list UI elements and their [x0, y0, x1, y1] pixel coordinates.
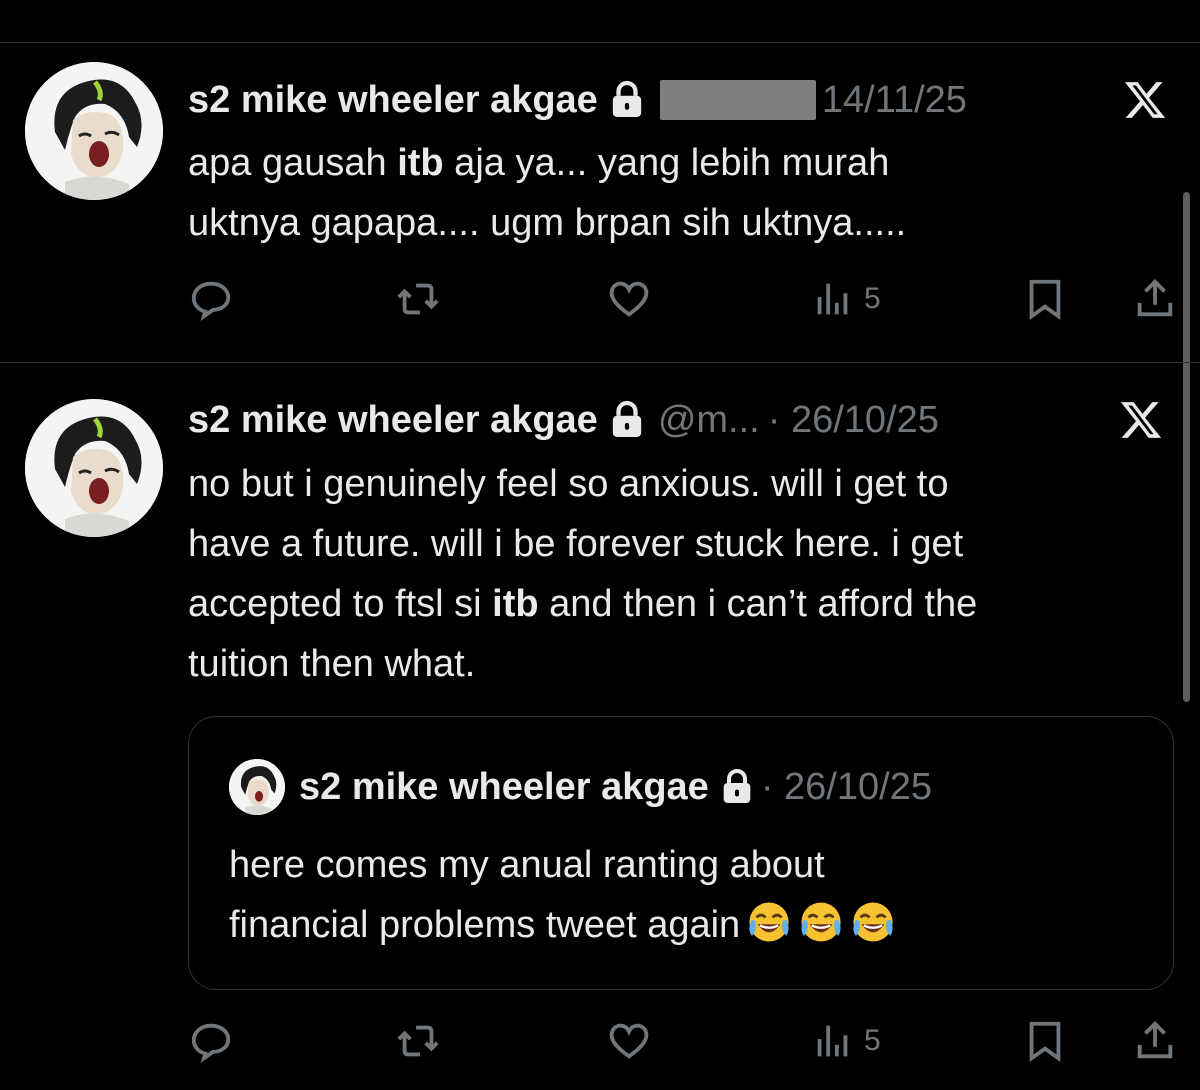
tweet-date[interactable]: 14/11/25	[822, 79, 967, 122]
like-button[interactable]	[606, 1016, 652, 1066]
tweet-text-part: apa gausah	[188, 142, 398, 184]
author-name[interactable]: s2 mike wheeler akgae	[188, 79, 598, 122]
x-logo-icon	[1122, 78, 1168, 122]
retweet-icon	[397, 283, 439, 315]
retweet-button[interactable]	[395, 274, 441, 324]
tweet-text: apa gausah itb aja ya... yang lebih mura…	[188, 133, 1178, 253]
reply-icon	[191, 1023, 231, 1063]
author-name[interactable]: s2 mike wheeler akgae	[188, 399, 598, 442]
share-icon	[1137, 1021, 1173, 1059]
face-with-tears-of-joy-icon	[798, 899, 844, 945]
quote-text-body: here comes my anual ranting about financ…	[229, 844, 825, 946]
reply-button[interactable]	[188, 274, 234, 324]
face-with-tears-of-joy-icon	[746, 899, 792, 945]
like-button[interactable]	[606, 274, 652, 324]
x-logo-icon	[1118, 398, 1164, 442]
quoted-tweet[interactable]: s2 mike wheeler akgae · 26/10/25 here co…	[188, 716, 1174, 990]
tweet-text-bold: itb	[492, 583, 539, 625]
lock-icon	[610, 80, 644, 120]
lock-icon	[721, 768, 753, 806]
avatar-illustration	[25, 62, 163, 200]
lock-icon	[610, 400, 644, 440]
tweet-date[interactable]: · 26/10/25	[768, 399, 939, 442]
tweet-header: s2 mike wheeler akgae @m... · 26/10/25	[188, 395, 939, 445]
reply-button[interactable]	[188, 1016, 234, 1066]
views-icon	[817, 1025, 848, 1057]
scrollbar[interactable]	[1183, 192, 1190, 702]
bookmark-icon	[1029, 279, 1061, 320]
tweet-actions: 5	[188, 274, 1178, 324]
redacted-handle	[659, 80, 816, 120]
tweet-divider	[0, 362, 1200, 363]
tweet-text: no but i genuinely feel so anxious. will…	[188, 454, 1178, 694]
views-button[interactable]: 5	[810, 1016, 881, 1066]
quote-header: s2 mike wheeler akgae · 26/10/25	[299, 762, 932, 812]
retweet-icon	[397, 1025, 439, 1057]
tweet-text-bold: itb	[397, 142, 444, 184]
quote-text: here comes my anual ranting about financ…	[229, 835, 1149, 955]
bookmark-button[interactable]	[1022, 274, 1068, 324]
views-button[interactable]: 5	[810, 274, 881, 324]
face-with-tears-of-joy-icon	[850, 899, 896, 945]
author-handle[interactable]: @m...	[658, 399, 760, 442]
retweet-button[interactable]	[395, 1016, 441, 1066]
quote-date: · 26/10/25	[760, 765, 932, 808]
like-icon	[609, 1023, 649, 1059]
avatar[interactable]	[25, 399, 163, 537]
timeline: s2 mike wheeler akgae 14/11/25 apa gausa…	[0, 0, 1200, 1090]
quote-avatar	[229, 759, 285, 815]
reply-icon	[191, 281, 231, 321]
avatar-illustration	[25, 399, 163, 537]
avatar[interactable]	[25, 62, 163, 200]
like-icon	[609, 281, 649, 317]
top-divider	[0, 42, 1200, 43]
tweet-actions: 5	[188, 1016, 1178, 1066]
quote-author-name: s2 mike wheeler akgae	[299, 765, 709, 808]
views-count: 5	[864, 1024, 881, 1057]
views-count: 5	[864, 282, 881, 315]
share-button[interactable]	[1132, 274, 1178, 324]
avatar-illustration	[229, 759, 285, 815]
bookmark-button[interactable]	[1022, 1016, 1068, 1066]
bookmark-icon	[1029, 1021, 1061, 1062]
share-icon	[1137, 279, 1173, 317]
tweet-header: s2 mike wheeler akgae 14/11/25	[188, 75, 967, 125]
share-button[interactable]	[1132, 1016, 1178, 1066]
views-icon	[817, 283, 848, 315]
